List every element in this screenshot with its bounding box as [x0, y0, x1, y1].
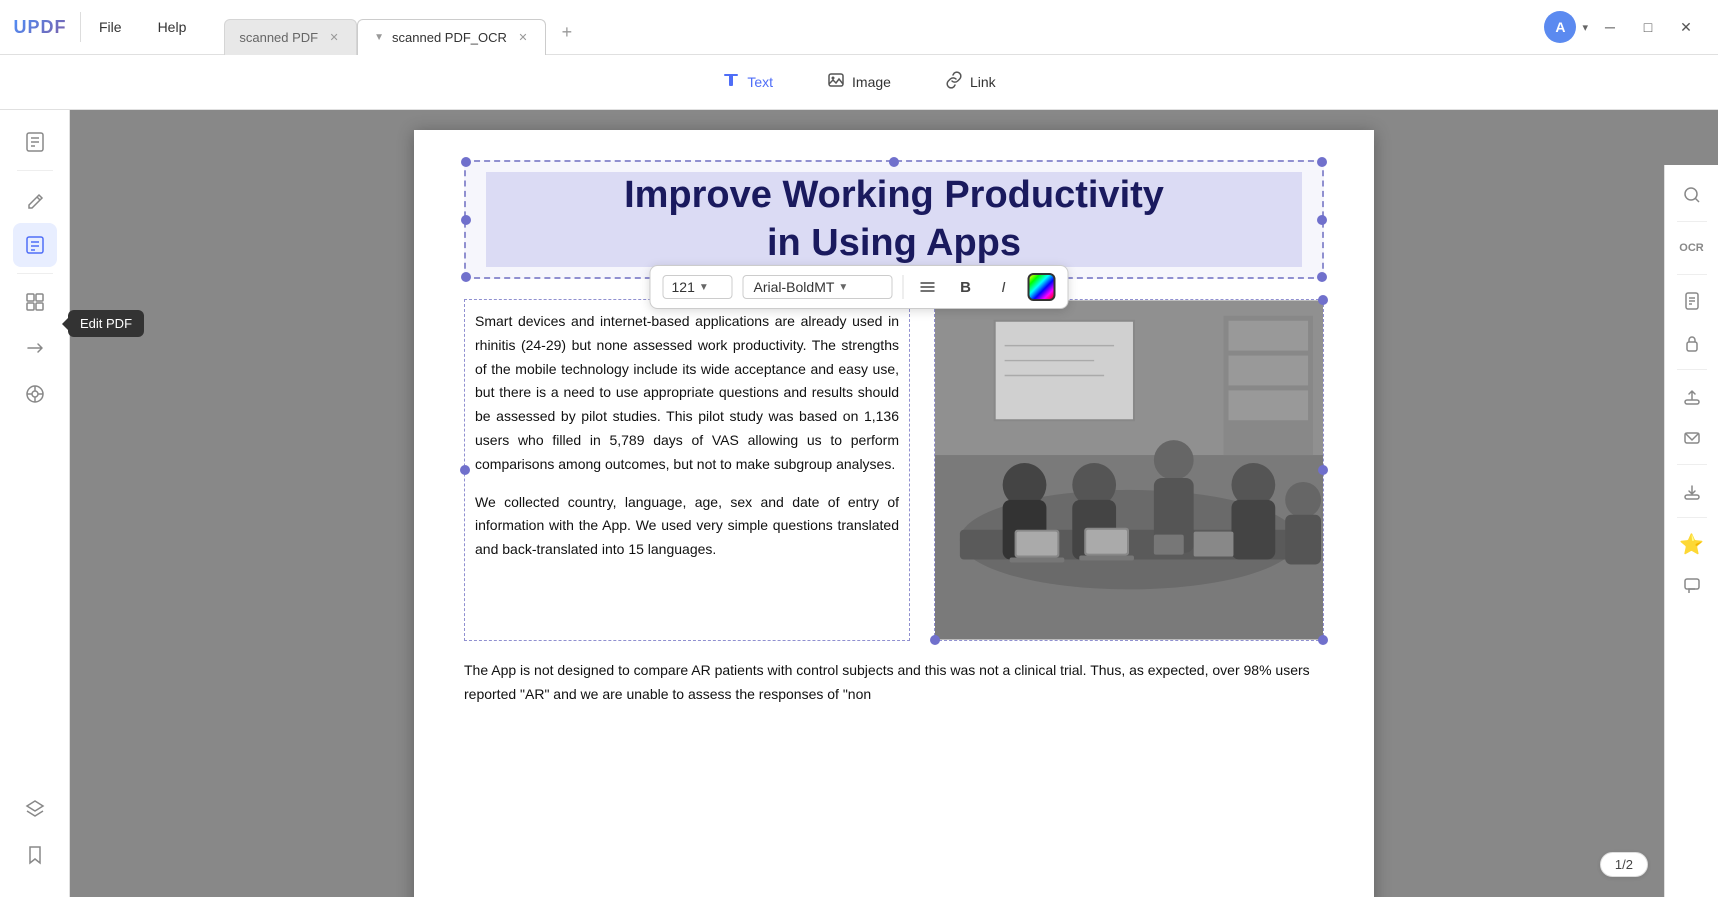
- align-button[interactable]: [914, 273, 942, 301]
- toolbar-text-label: Text: [747, 74, 773, 90]
- fmt-sep1: [903, 275, 904, 299]
- tab-ocr-label: scanned PDF_OCR: [392, 30, 507, 45]
- resize-handle-tm[interactable]: [889, 157, 899, 167]
- resize-handle-tl[interactable]: [461, 157, 471, 167]
- text-icon: [722, 71, 740, 94]
- rs-ocr[interactable]: OCR: [1672, 228, 1712, 268]
- pdf-text-column[interactable]: Smart devices and internet-based applica…: [464, 299, 910, 641]
- rs-document[interactable]: [1672, 281, 1712, 321]
- sidebar-icon-annotate[interactable]: [13, 177, 57, 221]
- pdf-page: Improve Working Productivity in Using Ap…: [414, 130, 1374, 897]
- resize-handle-tr[interactable]: [1317, 157, 1327, 167]
- sidebar-icon-ai[interactable]: [13, 372, 57, 416]
- top-bar: UPDF File Help scanned PDF ✕ ▼ scanned P…: [0, 0, 1718, 55]
- font-name-selector[interactable]: Arial-BoldMT ▼: [743, 275, 893, 299]
- link-icon: [945, 71, 963, 94]
- content-area: 121 ▼ Arial-BoldMT ▼ B I: [70, 110, 1718, 897]
- toolbar-text[interactable]: Text: [710, 65, 785, 100]
- pdf-title-box[interactable]: Improve Working Productivity in Using Ap…: [464, 160, 1324, 279]
- rs-search[interactable]: [1672, 175, 1712, 215]
- tab-ocr-close[interactable]: ✕: [515, 30, 531, 46]
- tab-scanned-close[interactable]: ✕: [326, 30, 342, 46]
- resize-handle-ml[interactable]: [461, 215, 471, 225]
- edit-toolbar: Text Image Link: [0, 55, 1718, 110]
- maximize-button[interactable]: □: [1632, 11, 1664, 43]
- window-controls: A ▾ ─ □ ✕: [1544, 11, 1718, 43]
- rs-lock[interactable]: [1672, 323, 1712, 363]
- resize-handle-mr[interactable]: [1317, 215, 1327, 225]
- sidebar-icon-bookmark[interactable]: [13, 833, 57, 877]
- toolbar-image-label: Image: [852, 74, 891, 90]
- format-toolbar: 121 ▼ Arial-BoldMT ▼ B I: [650, 265, 1069, 309]
- toolbar-image[interactable]: Image: [815, 65, 903, 100]
- sidebar-icon-layers[interactable]: [13, 787, 57, 831]
- rs-email[interactable]: [1672, 418, 1712, 458]
- rs-star[interactable]: ⭐: [1672, 524, 1712, 564]
- text-col-handle-l[interactable]: [460, 465, 470, 475]
- sidebar-icon-convert[interactable]: [13, 326, 57, 370]
- left-sidebar-sep2: [17, 273, 53, 274]
- logo-text: UPDF: [14, 17, 67, 38]
- resize-handle-bl[interactable]: [461, 272, 471, 282]
- tab-ocr[interactable]: ▼ scanned PDF_OCR ✕: [357, 19, 546, 55]
- page-number: 1/2: [1600, 852, 1648, 877]
- pdf-body: Smart devices and internet-based applica…: [464, 299, 1324, 641]
- resize-handle-br[interactable]: [1317, 272, 1327, 282]
- menu-help[interactable]: Help: [140, 0, 205, 55]
- toolbar-link[interactable]: Link: [933, 65, 1008, 100]
- close-button[interactable]: ✕: [1670, 11, 1702, 43]
- main-area: Edit PDF 121 ▼ Arial-: [0, 110, 1718, 897]
- sidebar-icon-organize[interactable]: [13, 280, 57, 324]
- sidebar-icon-edit[interactable]: [13, 223, 57, 267]
- pdf-image-box[interactable]: [934, 299, 1324, 641]
- pdf-title-line1: Improve Working Productivity: [486, 172, 1302, 220]
- tab-scanned-pdf[interactable]: scanned PDF ✕: [224, 19, 357, 55]
- pdf-body-text2: We collected country, language, age, sex…: [475, 491, 899, 562]
- pdf-title-line2: in Using Apps: [486, 220, 1302, 268]
- font-name-value: Arial-BoldMT: [754, 279, 835, 295]
- img-handle-mr[interactable]: [1318, 465, 1328, 475]
- app-logo[interactable]: UPDF: [0, 17, 80, 38]
- rs-sep1: [1677, 221, 1707, 222]
- left-sidebar: Edit PDF: [0, 110, 70, 897]
- avatar-dropdown[interactable]: ▾: [1582, 21, 1588, 34]
- font-size-arrow: ▼: [699, 282, 709, 293]
- pdf-title: Improve Working Productivity in Using Ap…: [486, 172, 1302, 267]
- font-size-value: 121: [672, 279, 695, 295]
- img-handle-tr[interactable]: [1318, 295, 1328, 305]
- pdf-body-text: Smart devices and internet-based applica…: [475, 310, 899, 477]
- sidebar-icon-reader[interactable]: [13, 120, 57, 164]
- toolbar-link-label: Link: [970, 74, 996, 90]
- image-icon: [827, 71, 845, 94]
- font-size-selector[interactable]: 121 ▼: [663, 275, 733, 299]
- tab-ocr-dropdown[interactable]: ▼: [374, 32, 384, 43]
- rs-sep5: [1677, 517, 1707, 518]
- rs-sep4: [1677, 464, 1707, 465]
- img-handle-br[interactable]: [1318, 635, 1328, 645]
- rs-sep3: [1677, 369, 1707, 370]
- add-tab-button[interactable]: +: [552, 17, 582, 47]
- color-picker-button[interactable]: [1028, 273, 1056, 301]
- italic-button[interactable]: I: [990, 273, 1018, 301]
- user-avatar[interactable]: A: [1544, 11, 1576, 43]
- left-sidebar-sep1: [17, 170, 53, 171]
- rs-upload[interactable]: [1672, 376, 1712, 416]
- tab-scanned-label: scanned PDF: [239, 30, 318, 45]
- tabs-bar: scanned PDF ✕ ▼ scanned PDF_OCR ✕ +: [224, 9, 1544, 45]
- font-name-arrow: ▼: [838, 282, 848, 293]
- rs-comment[interactable]: [1672, 566, 1712, 606]
- rs-download[interactable]: [1672, 471, 1712, 511]
- office-meeting-image: [935, 300, 1323, 640]
- rs-sep2: [1677, 274, 1707, 275]
- bold-button[interactable]: B: [952, 273, 980, 301]
- right-sidebar: OCR: [1664, 165, 1718, 897]
- menu-file[interactable]: File: [81, 0, 140, 55]
- pdf-bottom-text: The App is not designed to compare AR pa…: [464, 659, 1324, 707]
- minimize-button[interactable]: ─: [1594, 11, 1626, 43]
- sidebar-bottom: [13, 787, 57, 887]
- img-handle-bl[interactable]: [930, 635, 940, 645]
